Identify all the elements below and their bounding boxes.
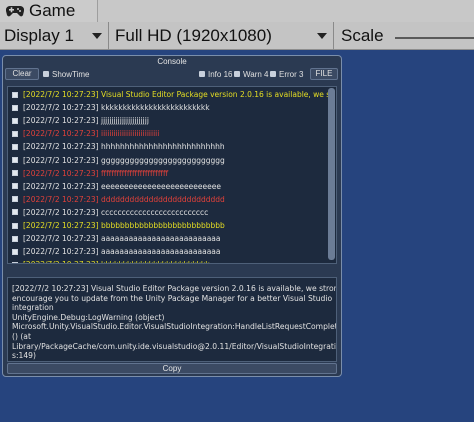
file-button[interactable]: FILE	[310, 68, 338, 80]
log-row-checkbox[interactable]	[12, 170, 18, 177]
log-row-checkbox[interactable]	[12, 117, 18, 124]
toolbar-divider	[108, 22, 109, 50]
log-detail-panel: [2022/7/2 10:27:23] Visual Studio Editor…	[7, 277, 337, 362]
log-row-text: [2022/7/2 10:27:23] ffffffffffffffffffff…	[23, 168, 169, 178]
log-detail-line: encourage you to update from the Unity P…	[12, 293, 333, 303]
log-row[interactable]: [2022/7/2 10:27:23] aaaaaaaaaaaaaaaaaaaa…	[8, 246, 328, 257]
error-checkbox[interactable]	[270, 71, 276, 77]
log-row-checkbox[interactable]	[12, 248, 18, 255]
log-row-checkbox[interactable]	[12, 261, 18, 263]
info-filter-toggle[interactable]: Info 16	[199, 69, 232, 79]
error-filter-label: Error 3	[279, 69, 304, 79]
scale-slider[interactable]	[395, 37, 474, 39]
resolution-dropdown-label: Full HD (1920x1080)	[115, 26, 272, 45]
log-row[interactable]: [2022/7/2 10:27:23] Visual Studio Editor…	[8, 89, 328, 100]
log-row-checkbox[interactable]	[12, 235, 18, 242]
log-row-checkbox[interactable]	[12, 196, 18, 203]
log-row[interactable]: [2022/7/2 10:27:23] kkkkkkkkkkkkkkkkkkkk…	[8, 259, 328, 263]
resolution-chevron-down-icon	[317, 33, 327, 39]
log-detail-line: [2022/7/2 10:27:23] Visual Studio Editor…	[12, 284, 337, 293]
scale-label-text: Scale	[341, 26, 384, 45]
log-detail-line: Library/PackageCache/com.unity.ide.visua…	[12, 341, 337, 351]
log-detail-line: integration	[12, 303, 54, 313]
log-row[interactable]: [2022/7/2 10:27:23] ffffffffffffffffffff…	[8, 168, 328, 179]
clear-button[interactable]: Clear	[5, 68, 39, 80]
log-row[interactable]: [2022/7/2 10:27:23] bbbbbbbbbbbbbbbbbbbb…	[8, 220, 328, 231]
showtime-toggle[interactable]: ShowTime	[43, 69, 90, 79]
log-row-text: [2022/7/2 10:27:23] cccccccccccccccccccc…	[23, 207, 209, 217]
log-row-text: [2022/7/2 10:27:23] iiiiiiiiiiiiiiiiiiii…	[23, 129, 160, 139]
log-row-text: [2022/7/2 10:27:23] dddddddddddddddddddd…	[23, 194, 225, 204]
log-row-checkbox[interactable]	[12, 222, 18, 229]
showtime-label: ShowTime	[52, 69, 90, 79]
log-detail-line: () (at	[12, 331, 31, 341]
log-row-checkbox[interactable]	[12, 91, 18, 98]
log-row-text: [2022/7/2 10:27:23] eeeeeeeeeeeeeeeeeeee…	[23, 181, 221, 191]
log-row[interactable]: [2022/7/2 10:27:23] dddddddddddddddddddd…	[8, 194, 328, 205]
log-list-vertical-scrollbar[interactable]	[328, 88, 335, 260]
console-title: Console	[157, 57, 187, 66]
log-row-text: [2022/7/2 10:27:23] kkkkkkkkkkkkkkkkkkkk…	[23, 103, 210, 113]
showtime-checkbox[interactable]	[43, 71, 49, 77]
log-row-text: [2022/7/2 10:27:23] kkkkkkkkkkkkkkkkkkkk…	[23, 260, 210, 263]
gamepad-icon	[6, 4, 24, 18]
resolution-dropdown[interactable]: Full HD (1920x1080)	[115, 24, 272, 48]
log-row[interactable]: [2022/7/2 10:27:23] jjjjjjjjjjjjjjjjjjjj…	[8, 115, 328, 126]
display-dropdown[interactable]: Display 1	[4, 24, 74, 48]
log-row-text: [2022/7/2 10:27:23] bbbbbbbbbbbbbbbbbbbb…	[23, 221, 225, 230]
info-checkbox[interactable]	[199, 71, 205, 77]
log-list[interactable]: [2022/7/2 10:27:23] Visual Studio Editor…	[7, 86, 337, 264]
log-row-text: [2022/7/2 10:27:23] hhhhhhhhhhhhhhhhhhhh…	[23, 142, 225, 152]
log-row-checkbox[interactable]	[12, 157, 18, 163]
display-chevron-down-icon	[92, 33, 102, 39]
warn-filter-label: Warn 4	[243, 69, 269, 79]
log-row[interactable]: [2022/7/2 10:27:23] gggggggggggggggggggg…	[8, 155, 328, 166]
toolbar-divider	[333, 22, 334, 50]
log-row[interactable]: [2022/7/2 10:27:23] cccccccccccccccccccc…	[8, 207, 328, 218]
log-detail-line: UnityEngine.Debug:LogWarning (object)	[12, 312, 165, 322]
log-row-checkbox[interactable]	[12, 130, 18, 137]
log-row[interactable]: [2022/7/2 10:27:23] iiiiiiiiiiiiiiiiiiii…	[8, 128, 328, 139]
log-row-text: [2022/7/2 10:27:23] gggggggggggggggggggg…	[23, 155, 225, 165]
log-row-text: [2022/7/2 10:27:23] aaaaaaaaaaaaaaaaaaaa…	[23, 247, 221, 257]
log-row[interactable]: [2022/7/2 10:27:23] aaaaaaaaaaaaaaaaaaaa…	[8, 233, 328, 244]
display-dropdown-label: Display 1	[4, 26, 74, 45]
console-toolbar: Clear ShowTime Info 16 Warn 4 Error 3 FI…	[5, 68, 339, 82]
log-row[interactable]: [2022/7/2 10:27:23] eeeeeeeeeeeeeeeeeeee…	[8, 181, 328, 192]
tab-game[interactable]: Game	[0, 0, 98, 22]
log-row-text: [2022/7/2 10:27:23] Visual Studio Editor…	[23, 90, 328, 99]
tab-bar: Game	[0, 0, 474, 22]
copy-button[interactable]: Copy	[7, 363, 337, 374]
log-row[interactable]: [2022/7/2 10:27:23] hhhhhhhhhhhhhhhhhhhh…	[8, 141, 328, 152]
log-row-text: [2022/7/2 10:27:23] jjjjjjjjjjjjjjjjjjjj…	[23, 116, 149, 126]
log-detail-line: s:149)	[12, 351, 36, 361]
log-row[interactable]: [2022/7/2 10:27:23] kkkkkkkkkkkkkkkkkkkk…	[8, 102, 328, 113]
console-window: Console Clear ShowTime Info 16 Warn 4 Er…	[2, 55, 342, 377]
log-row-text: [2022/7/2 10:27:23] aaaaaaaaaaaaaaaaaaaa…	[23, 234, 221, 244]
info-filter-label: Info 16	[208, 69, 233, 79]
log-detail-line: Microsoft.Unity.VisualStudio.Editor.Visu…	[12, 322, 337, 332]
warn-filter-toggle[interactable]: Warn 4	[234, 69, 269, 79]
scale-label: Scale	[341, 24, 384, 48]
warn-checkbox[interactable]	[234, 71, 240, 77]
error-filter-toggle[interactable]: Error 3	[270, 69, 303, 79]
log-row-checkbox[interactable]	[12, 183, 18, 190]
log-row-checkbox[interactable]	[12, 104, 18, 111]
log-row-checkbox[interactable]	[12, 143, 18, 150]
game-toolbar: Display 1 Full HD (1920x1080) Scale	[0, 22, 474, 50]
tab-game-label: Game	[29, 1, 76, 20]
log-row-checkbox[interactable]	[12, 209, 18, 216]
